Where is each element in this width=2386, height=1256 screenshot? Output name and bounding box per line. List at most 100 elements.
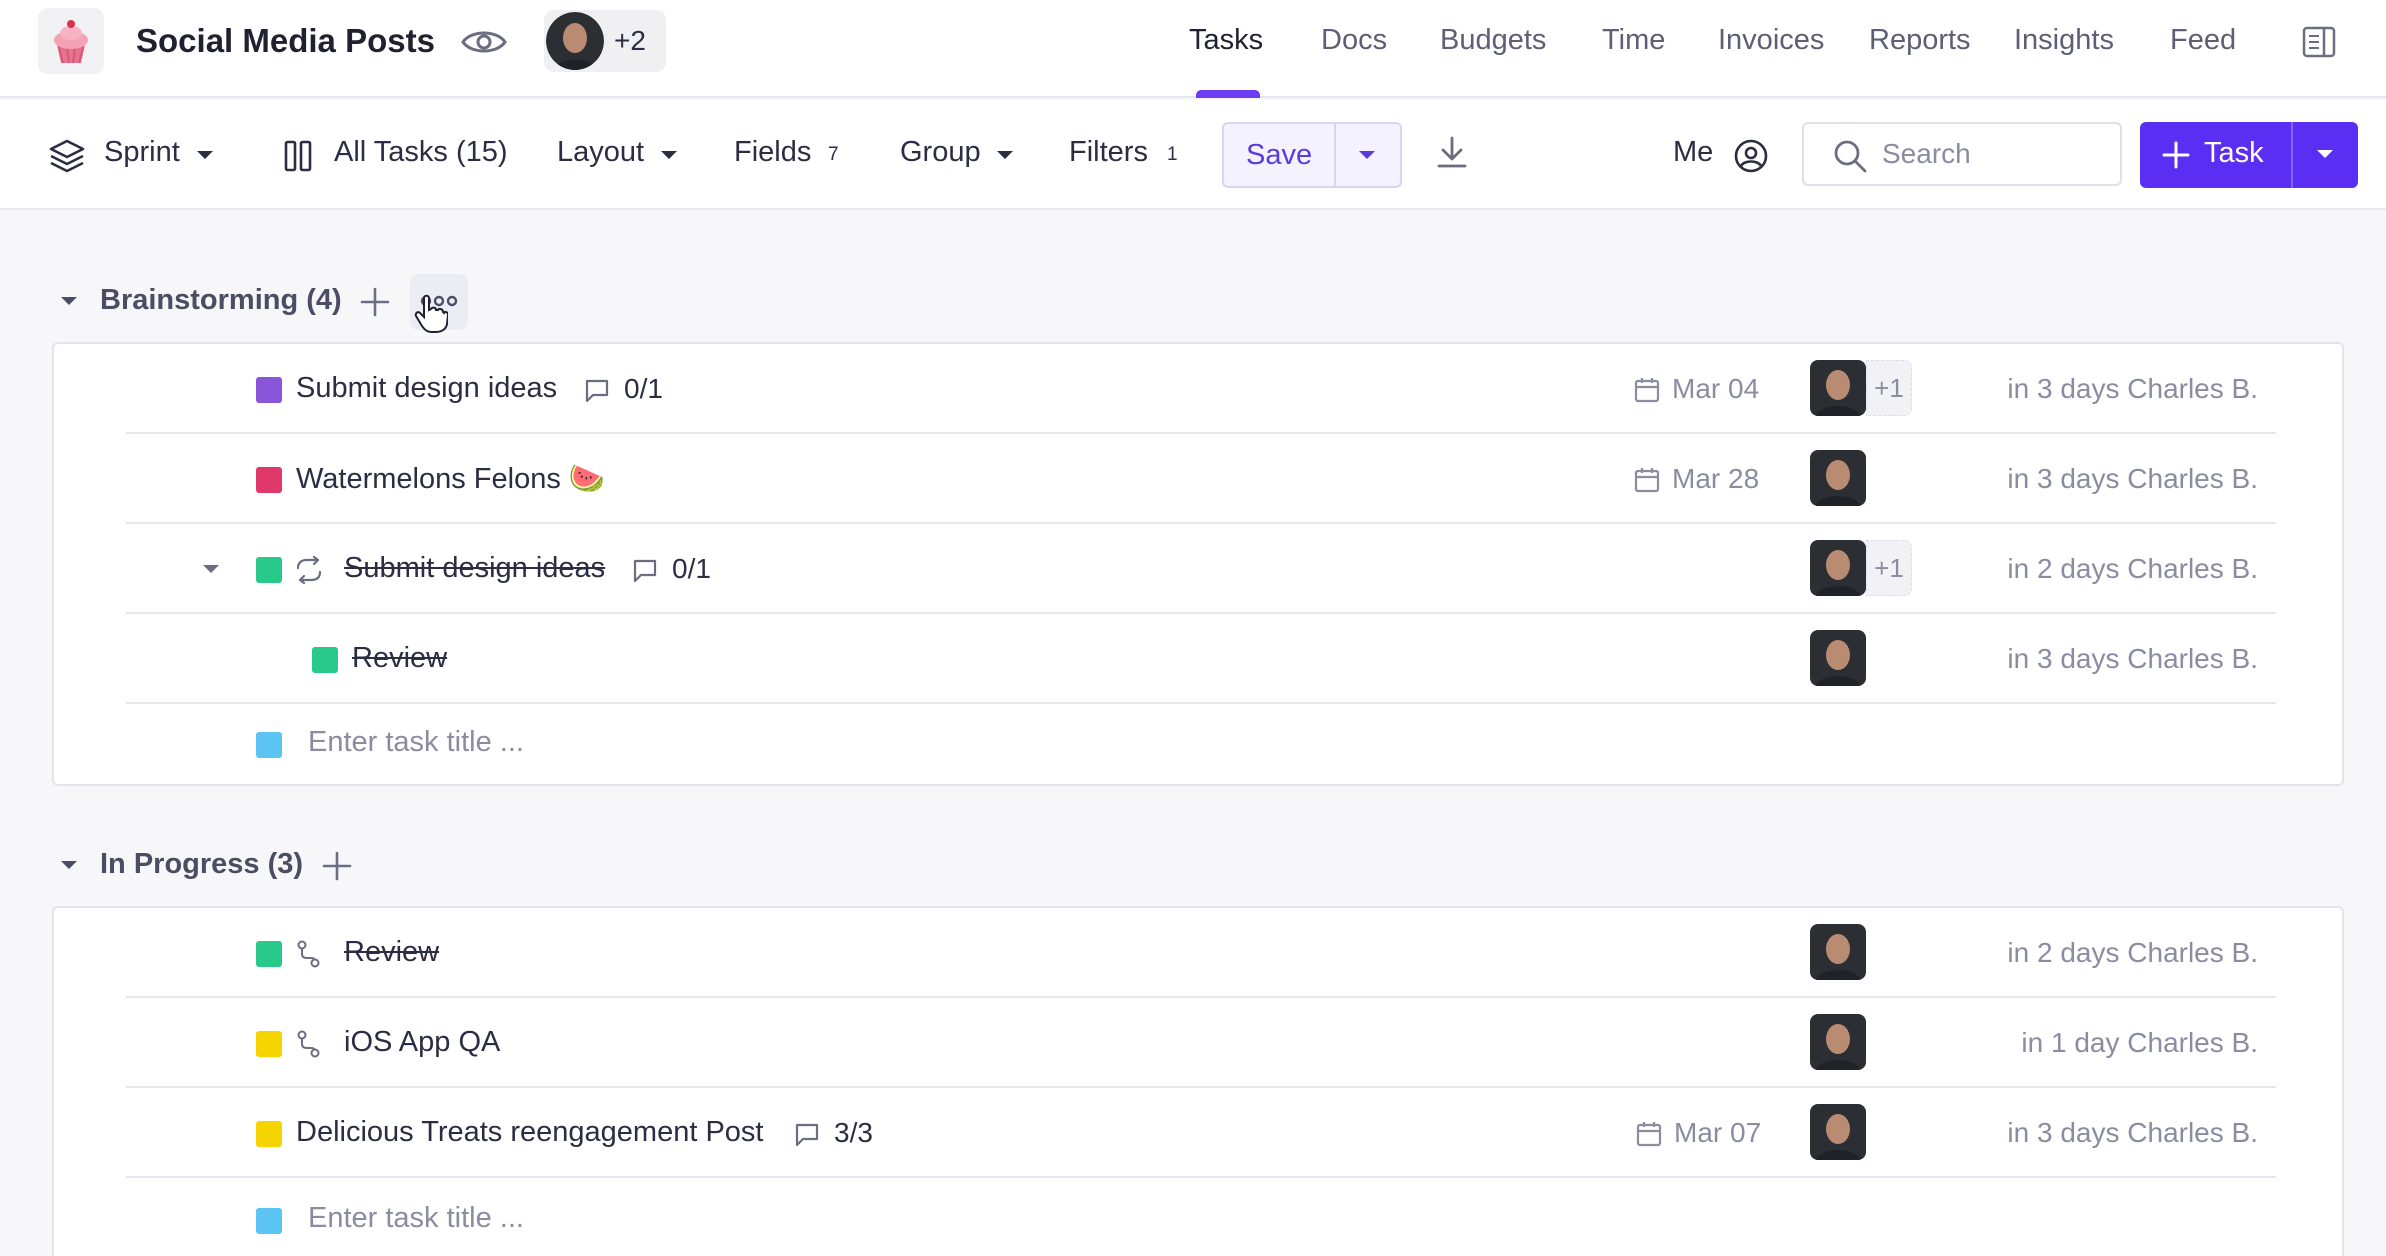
task-list-brainstorming: Submit design ideas 0/1 Mar 04 +1 in 3 d… [52, 342, 2344, 786]
task-row[interactable]: Review in 2 days Charles B. [126, 908, 2276, 998]
calendar-icon [1634, 468, 1660, 493]
task-row[interactable]: iOS App QA in 1 day Charles B. [126, 998, 2276, 1088]
nav-reports[interactable]: Reports [1869, 24, 1971, 57]
cupcake-logo-icon[interactable] [38, 8, 104, 74]
status-square[interactable] [256, 377, 282, 403]
task-title[interactable]: Watermelons Felons 🍉 [296, 462, 605, 496]
assignee-more-count[interactable]: +1 [1866, 360, 1912, 416]
save-divider [1334, 124, 1336, 186]
fields-button[interactable]: Fields [734, 136, 811, 169]
nav-invoices[interactable]: Invoices [1718, 24, 1824, 57]
fields-count-badge: 7 [828, 144, 839, 165]
group-title: In Progress (3) [100, 848, 304, 880]
avatar [546, 12, 604, 70]
hand-cursor-icon [414, 294, 448, 333]
status-square[interactable] [256, 467, 282, 493]
chevron-down-icon[interactable] [196, 150, 214, 160]
assignee-avatar[interactable] [1810, 924, 1866, 980]
nav-tasks[interactable]: Tasks [1189, 24, 1263, 57]
add-task-button-group: Task [2140, 122, 2358, 188]
nav-insights[interactable]: Insights [2014, 24, 2114, 57]
task-title[interactable]: Review [344, 936, 439, 969]
task-row[interactable]: Delicious Treats reengagement Post 3/3 M… [126, 1088, 2276, 1178]
filters-count-badge: 1 [1167, 144, 1178, 165]
chevron-down-icon[interactable] [660, 150, 678, 160]
due-date[interactable]: Mar 28 [1672, 463, 1759, 495]
save-button-group: Save [1222, 122, 1402, 188]
checklist-count: 0/1 [624, 373, 663, 404]
toolbar: Sprint All Tasks (15) Layout Fields 7 Gr… [0, 100, 2386, 210]
task-title[interactable]: Submit design ideas [296, 372, 557, 405]
assignee-more-count[interactable]: +1 [1866, 540, 1912, 596]
download-icon[interactable] [1436, 136, 1468, 170]
all-tasks-view[interactable]: All Tasks (15) [334, 136, 508, 169]
assignee-avatar[interactable] [1810, 360, 1866, 416]
nav-budgets[interactable]: Budgets [1440, 24, 1546, 57]
assignee-avatar[interactable] [1810, 630, 1866, 686]
me-filter[interactable]: Me [1673, 136, 1713, 169]
assignee-avatar[interactable] [1810, 1014, 1866, 1070]
task-row[interactable]: Review in 3 days Charles B. [126, 614, 2276, 704]
task-row[interactable]: Watermelons Felons 🍉 Mar 28 in 3 days Ch… [126, 434, 2276, 524]
eye-icon[interactable] [460, 24, 508, 60]
sprint-dropdown[interactable]: Sprint [104, 136, 180, 169]
subtasks-chevron-icon[interactable] [202, 564, 220, 574]
status-square[interactable] [256, 1121, 282, 1147]
task-row[interactable]: Submit design ideas 0/1 +1 in 2 days Cha… [126, 524, 2276, 614]
new-task-square [256, 732, 282, 758]
due-relative: in 1 day Charles B. [2021, 1027, 2258, 1058]
status-square[interactable] [256, 1031, 282, 1057]
collapse-chevron-icon[interactable] [60, 296, 78, 306]
due-date[interactable]: Mar 04 [1672, 373, 1759, 405]
recurring-icon [296, 556, 322, 584]
active-tab-indicator [1196, 90, 1260, 98]
status-square[interactable] [256, 941, 282, 967]
new-task-input[interactable] [308, 726, 908, 759]
side-panel-icon[interactable] [2302, 26, 2336, 58]
task-list-in-progress: Review in 2 days Charles B. iOS App QA i… [52, 906, 2344, 1256]
collapse-chevron-icon[interactable] [60, 860, 78, 870]
due-date[interactable]: Mar 07 [1674, 1117, 1761, 1149]
checklist-icon [585, 379, 609, 403]
status-square[interactable] [312, 647, 338, 673]
dependency-icon [297, 940, 320, 968]
calendar-icon [1634, 378, 1660, 403]
nav-docs[interactable]: Docs [1321, 24, 1387, 57]
add-task-to-group-icon[interactable] [322, 851, 352, 881]
user-circle-icon[interactable] [1733, 138, 1769, 174]
task-row[interactable]: Submit design ideas 0/1 Mar 04 +1 in 3 d… [126, 344, 2276, 434]
columns-icon[interactable] [284, 140, 312, 172]
nav-feed[interactable]: Feed [2170, 24, 2236, 57]
save-options-chevron-icon[interactable] [1358, 150, 1376, 160]
task-button-divider [2291, 122, 2293, 188]
task-title[interactable]: Delicious Treats reengagement Post [296, 1116, 763, 1149]
search-box [1802, 122, 2122, 186]
checklist-count: 0/1 [672, 553, 711, 584]
plus-icon[interactable] [2162, 141, 2190, 169]
task-title[interactable]: Submit design ideas [344, 552, 605, 585]
filters-button[interactable]: Filters [1069, 136, 1148, 169]
task-options-chevron-icon[interactable] [2316, 149, 2334, 159]
assignee-avatar[interactable] [1810, 540, 1866, 596]
members-more-count: +2 [614, 25, 646, 56]
assignee-avatar[interactable] [1810, 1104, 1866, 1160]
group-dropdown[interactable]: Group [900, 136, 981, 169]
search-input[interactable] [1882, 134, 2112, 174]
chevron-down-icon[interactable] [996, 150, 1014, 160]
add-task-button[interactable]: Task [2204, 137, 2264, 170]
task-title[interactable]: Review [352, 642, 447, 675]
checklist-icon [795, 1123, 819, 1147]
layers-icon[interactable] [48, 138, 86, 174]
task-title[interactable]: iOS App QA [344, 1026, 500, 1059]
checklist-icon [633, 559, 657, 583]
nav-time[interactable]: Time [1602, 24, 1665, 57]
status-square[interactable] [256, 557, 282, 583]
new-task-row [126, 704, 2276, 784]
members-chip[interactable]: +2 [544, 10, 666, 72]
layout-dropdown[interactable]: Layout [557, 136, 644, 169]
new-task-input[interactable] [308, 1202, 908, 1235]
assignee-avatar[interactable] [1810, 450, 1866, 506]
add-task-to-group-icon[interactable] [360, 287, 390, 317]
due-relative: in 3 days Charles B. [2007, 1117, 2258, 1148]
save-button[interactable]: Save [1246, 139, 1312, 172]
